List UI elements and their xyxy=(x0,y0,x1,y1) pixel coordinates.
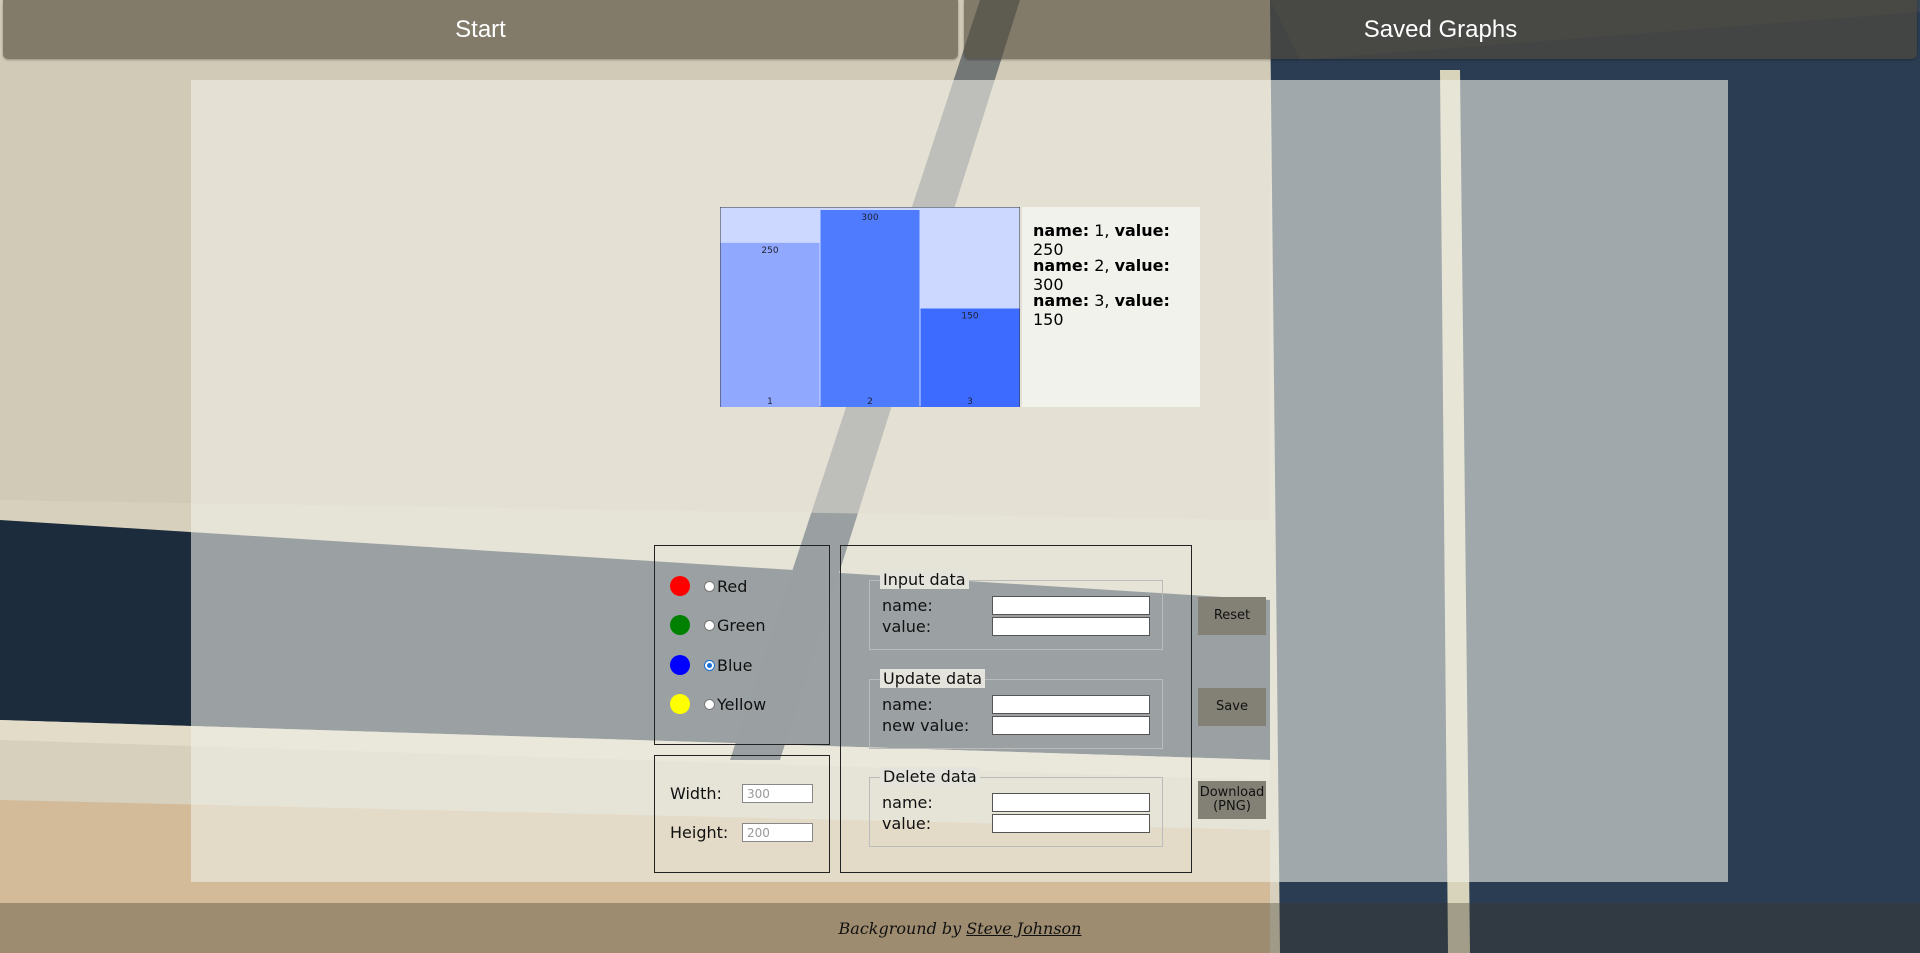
yellow-swatch xyxy=(670,694,690,714)
color-option-blue[interactable]: Blue xyxy=(670,654,752,676)
bar-value-label: 250 xyxy=(761,246,778,256)
size-controls: Width: Height: xyxy=(654,755,830,873)
update-value-field[interactable] xyxy=(992,716,1150,735)
legend-value-label: value: xyxy=(1114,291,1170,310)
footer: Background by Steve Johnson xyxy=(0,903,1920,953)
yellow-radio[interactable] xyxy=(704,698,715,710)
start-tab[interactable]: Start xyxy=(3,0,958,59)
delete-name-field[interactable] xyxy=(992,793,1150,812)
download-png-button[interactable]: Download (PNG) xyxy=(1198,781,1266,819)
bar xyxy=(920,308,1020,407)
bar xyxy=(820,210,920,407)
width-input[interactable] xyxy=(742,784,813,803)
bar-category-label: 2 xyxy=(867,397,873,407)
download-label: Download xyxy=(1199,785,1265,800)
field-label: new value: xyxy=(882,715,970,735)
width-row: Width: xyxy=(670,784,813,803)
legend-name-label: name: xyxy=(1033,221,1090,240)
field-row: name: xyxy=(882,793,1150,812)
width-label: Width: xyxy=(670,784,722,803)
blue-swatch xyxy=(670,655,690,675)
blue-radio[interactable] xyxy=(704,659,715,671)
color-option-green[interactable]: Green xyxy=(670,614,765,636)
delete-data-title: Delete data xyxy=(880,767,980,786)
field-row: value: xyxy=(882,814,1150,833)
color-label: Yellow xyxy=(717,694,767,714)
height-label: Height: xyxy=(670,823,729,842)
bar-category-label: 1 xyxy=(767,397,773,407)
author-link[interactable]: Steve Johnson xyxy=(966,919,1081,938)
green-radio[interactable] xyxy=(704,619,715,631)
legend-value: 150 xyxy=(1033,310,1064,329)
legend-name-label: name: xyxy=(1033,256,1090,275)
field-label: name: xyxy=(882,694,933,714)
legend-row: name: 1, value: 250 xyxy=(1033,221,1170,259)
save-button[interactable]: Save xyxy=(1198,688,1266,726)
legend-value-label: value: xyxy=(1114,221,1170,240)
footer-credit-text: Background by xyxy=(838,918,962,938)
field-row: new value: xyxy=(882,716,1150,735)
legend-name: 2 xyxy=(1094,256,1105,275)
field-row: name: xyxy=(882,695,1150,714)
update-data-fieldset: Update data name: new value: xyxy=(869,669,1163,749)
height-input[interactable] xyxy=(742,823,813,842)
data-legend: name: 1, value: 250 name: 2, value: 300 … xyxy=(1022,207,1200,407)
legend-name: 1 xyxy=(1094,221,1105,240)
color-label: Green xyxy=(717,615,766,635)
red-swatch xyxy=(670,576,690,596)
field-row: name: xyxy=(882,596,1150,615)
color-option-yellow[interactable]: Yellow xyxy=(670,693,766,715)
saved-graphs-tab[interactable]: Saved Graphs xyxy=(964,0,1917,59)
legend-value-label: value: xyxy=(1114,256,1170,275)
height-row: Height: xyxy=(670,823,813,842)
color-label: Red xyxy=(717,576,748,596)
legend-row: name: 2, value: 300 xyxy=(1033,256,1170,294)
field-label: value: xyxy=(882,616,932,636)
bar-value-label: 300 xyxy=(861,213,878,223)
input-name-field[interactable] xyxy=(992,596,1150,615)
bar-category-label: 3 xyxy=(967,397,973,407)
field-label: name: xyxy=(882,792,933,812)
green-swatch xyxy=(670,615,690,635)
bar-chart-svg: 250 1 300 2 150 3 xyxy=(720,207,1020,407)
legend-row: name: 3, value: 150 xyxy=(1033,291,1170,329)
legend-name: 3 xyxy=(1094,291,1105,310)
red-radio[interactable] xyxy=(704,580,715,592)
data-forms: Input data name: value: Update data name… xyxy=(840,545,1192,873)
color-option-red[interactable]: Red xyxy=(670,575,747,597)
reset-button[interactable]: Reset xyxy=(1198,597,1266,635)
bar-value-label: 150 xyxy=(961,312,978,322)
color-label: Blue xyxy=(717,655,753,675)
input-value-field[interactable] xyxy=(992,617,1150,636)
bar-chart: 250 1 300 2 150 3 xyxy=(720,207,1020,407)
input-data-fieldset: Input data name: value: xyxy=(869,570,1163,650)
bar xyxy=(720,242,820,407)
top-nav: Start Saved Graphs xyxy=(0,0,1920,60)
field-label: value: xyxy=(882,813,932,833)
legend-name-label: name: xyxy=(1033,291,1090,310)
update-name-field[interactable] xyxy=(992,695,1150,714)
color-picker: Red Green Blue Yellow xyxy=(654,545,830,745)
delete-data-fieldset: Delete data name: value: xyxy=(869,767,1163,847)
field-row: value: xyxy=(882,617,1150,636)
field-label: name: xyxy=(882,595,933,615)
delete-value-field[interactable] xyxy=(992,814,1150,833)
input-data-title: Input data xyxy=(880,570,969,589)
update-data-title: Update data xyxy=(880,669,986,688)
download-format-label: (PNG) xyxy=(1213,799,1251,814)
